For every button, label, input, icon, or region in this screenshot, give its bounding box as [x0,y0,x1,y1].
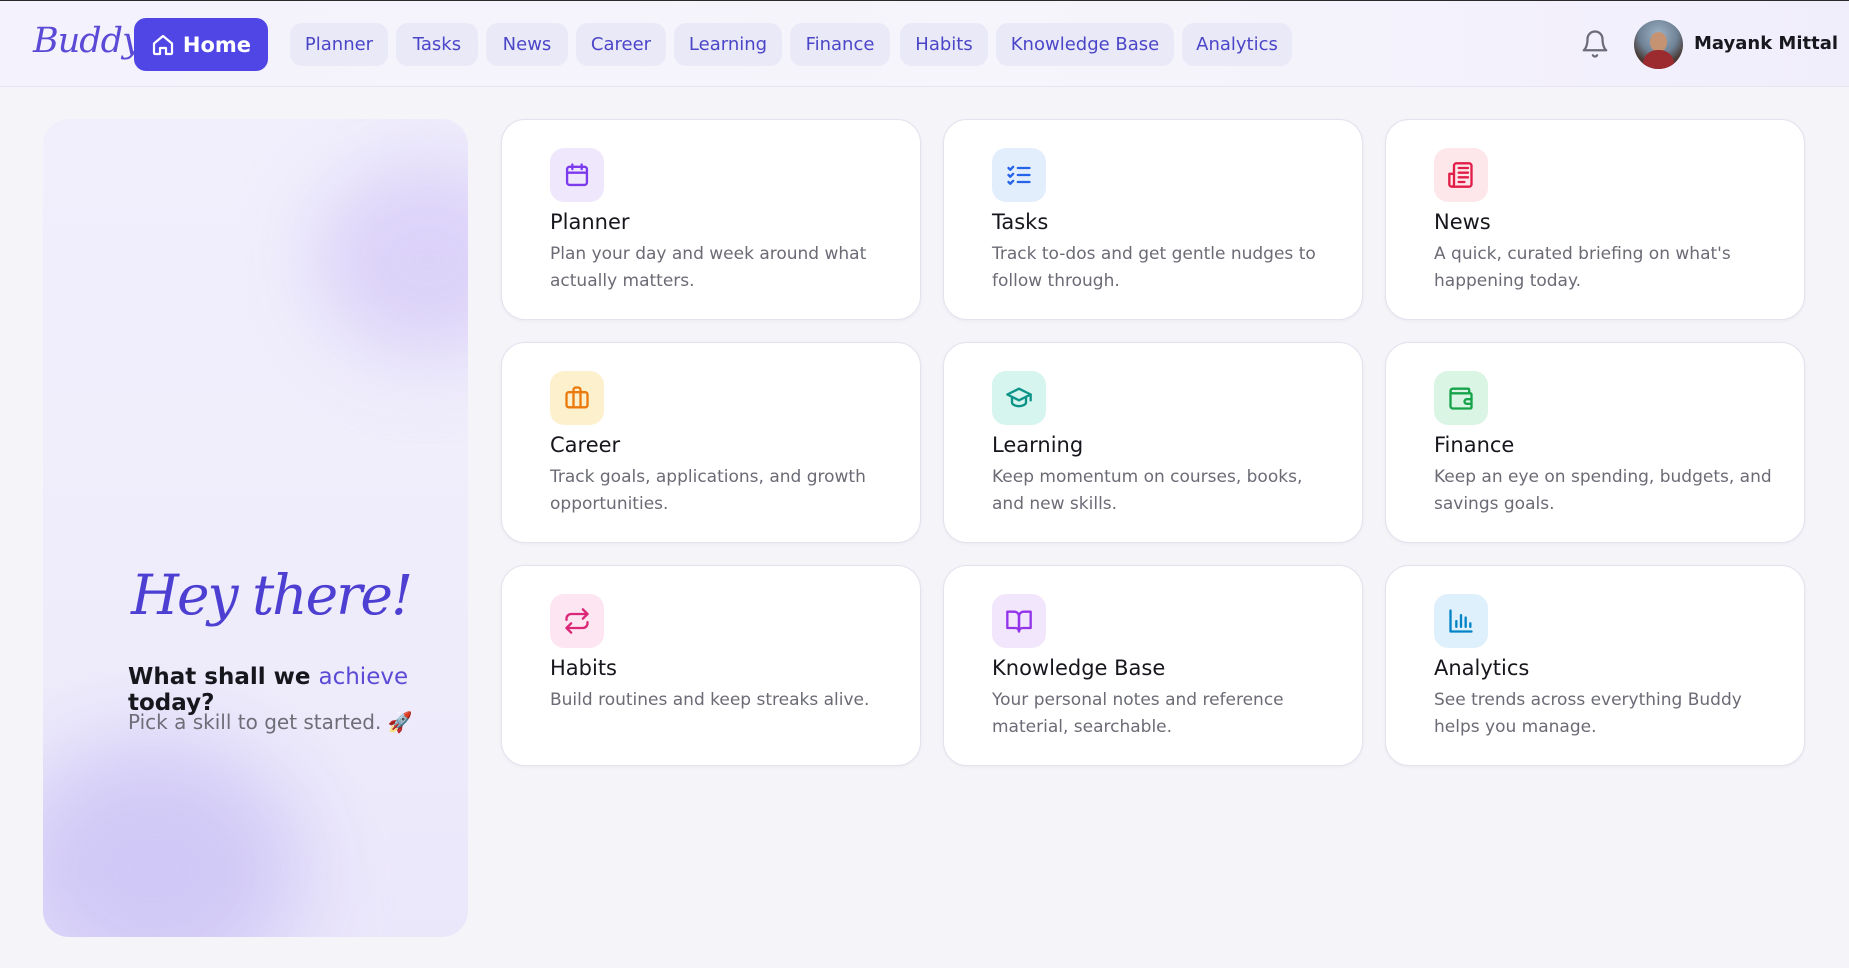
skill-card-planner[interactable]: Planner Plan your day and week around wh… [501,119,921,320]
nav-item-finance[interactable]: Finance [790,23,890,66]
home-icon [152,34,174,55]
card-description: A quick, curated briefing on what's happ… [1434,244,1731,291]
card-title: News [1434,210,1491,234]
app-logo[interactable]: Buddy [33,21,142,61]
skill-card-career[interactable]: Career Track goals, applications, and gr… [501,342,921,543]
card-description: See trends across everything Buddy helps… [1434,690,1742,737]
avatar[interactable] [1634,20,1683,69]
skill-card-habits[interactable]: Habits Build routines and keep streaks a… [501,565,921,766]
card-title: Knowledge Base [992,656,1166,680]
user-name[interactable]: Mayank Mittal [1694,33,1838,54]
card-title: Career [550,433,621,457]
welcome-panel: Hey there! What shall we achieve today? … [43,119,468,937]
card-title: Finance [1434,433,1515,457]
newspaper-icon [1434,148,1488,202]
nav-item-planner[interactable]: Planner [290,23,388,66]
skill-card-finance[interactable]: Finance Keep an eye on spending, budgets… [1385,342,1805,543]
bell-icon[interactable] [1580,29,1610,59]
card-description: Your personal notes and reference materi… [992,690,1284,737]
skill-card-news[interactable]: News A quick, curated briefing on what's… [1385,119,1805,320]
repeat-icon [550,594,604,648]
nav-home-button[interactable]: Home [134,18,268,71]
calendar-icon [550,148,604,202]
card-title: Planner [550,210,630,234]
card-description: Keep an eye on spending, budgets, and sa… [1434,467,1772,514]
hero-question: What shall we achieve today? [128,664,409,716]
card-description: Track to-dos and get gentle nudges to fo… [992,244,1316,291]
hero-title: Hey there! [131,563,413,627]
card-title: Habits [550,656,617,680]
card-description: Track goals, applications, and growth op… [550,467,866,514]
skill-card-tasks[interactable]: Tasks Track to-dos and get gentle nudges… [943,119,1363,320]
nav-item-news[interactable]: News [486,23,568,66]
nav-item-learning[interactable]: Learning [674,23,782,66]
graduation-cap-icon [992,371,1046,425]
skill-card-analytics[interactable]: Analytics See trends across everything B… [1385,565,1805,766]
card-description: Plan your day and week around what actua… [550,244,867,291]
nav-item-tasks[interactable]: Tasks [396,23,478,66]
book-open-icon [992,594,1046,648]
briefcase-icon [550,371,604,425]
hero-subtitle: Pick a skill to get started. 🚀 [128,710,413,734]
card-description: Build routines and keep streaks alive. [550,690,870,710]
card-title: Tasks [992,210,1049,234]
skill-card-learning[interactable]: Learning Keep momentum on courses, books… [943,342,1363,543]
wallet-icon [1434,371,1488,425]
nav-item-analytics[interactable]: Analytics [1182,23,1292,66]
skill-card-knowledge-base[interactable]: Knowledge Base Your personal notes and r… [943,565,1363,766]
nav-item-habits[interactable]: Habits [900,23,988,66]
card-title: Learning [992,433,1084,457]
nav-item-career[interactable]: Career [576,23,666,66]
checklist-icon [992,148,1046,202]
bar-chart-icon [1434,594,1488,648]
card-description: Keep momentum on courses, books, and new… [992,467,1303,514]
top-navbar: Buddy Home Planner Tasks News Career Lea… [0,0,1849,87]
hero-question-accent: achieve [318,664,409,690]
nav-item-knowledge-base[interactable]: Knowledge Base [996,23,1174,66]
card-title: Analytics [1434,656,1530,680]
nav-home-label: Home [182,32,252,57]
